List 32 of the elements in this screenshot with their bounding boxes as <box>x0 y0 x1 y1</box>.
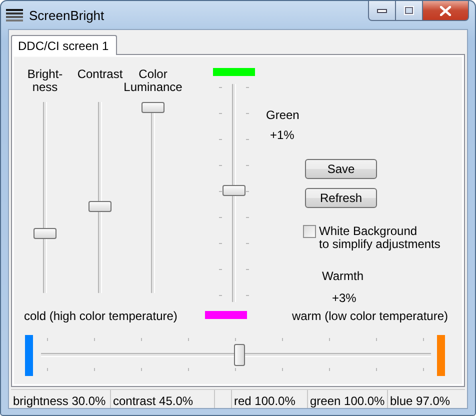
tab[interactable]: DDC/CI screen 1 <box>11 35 117 55</box>
maximize-button[interactable] <box>396 1 423 21</box>
warm-label: warm (low color temperature) <box>290 309 449 323</box>
slider-label: Bright- ness <box>27 68 63 94</box>
checkbox[interactable] <box>303 225 316 238</box>
checkbox-label: White Background to simplify adjustments <box>319 225 440 251</box>
slider-label: Color Luminance <box>124 68 182 94</box>
slider-thumb[interactable] <box>88 201 112 212</box>
window-title: ScreenBright <box>29 8 104 23</box>
close-button[interactable] <box>423 1 469 21</box>
minimize-button[interactable] <box>368 1 396 21</box>
tint-reading: +1% <box>270 128 294 142</box>
status-text: blue 97.0% <box>389 393 452 408</box>
maximize-icon <box>404 6 414 15</box>
cold-label: cold (high color temperature) <box>23 309 178 323</box>
warmth-reading: +3% <box>332 291 356 305</box>
slider-thumb[interactable] <box>234 344 246 366</box>
app-icon <box>6 9 23 22</box>
slider-thumb[interactable] <box>34 228 56 239</box>
slider-thumb[interactable] <box>142 102 164 113</box>
status-text: green 100.0% <box>308 390 388 408</box>
save-button[interactable]: Save <box>305 159 377 179</box>
slider-label: Contrast <box>77 68 123 83</box>
tint-label: Green <box>266 108 300 122</box>
status-text: brightness 30.0% <box>11 390 111 408</box>
refresh-button[interactable]: Refresh <box>305 188 377 208</box>
status-text: red 100.0% <box>232 390 308 408</box>
minimize-icon <box>377 8 387 12</box>
status-text: contrast 45.0% <box>111 390 215 408</box>
warmth-label: Warmth <box>322 269 364 283</box>
slider-thumb[interactable] <box>222 185 246 196</box>
close-icon <box>440 6 451 16</box>
